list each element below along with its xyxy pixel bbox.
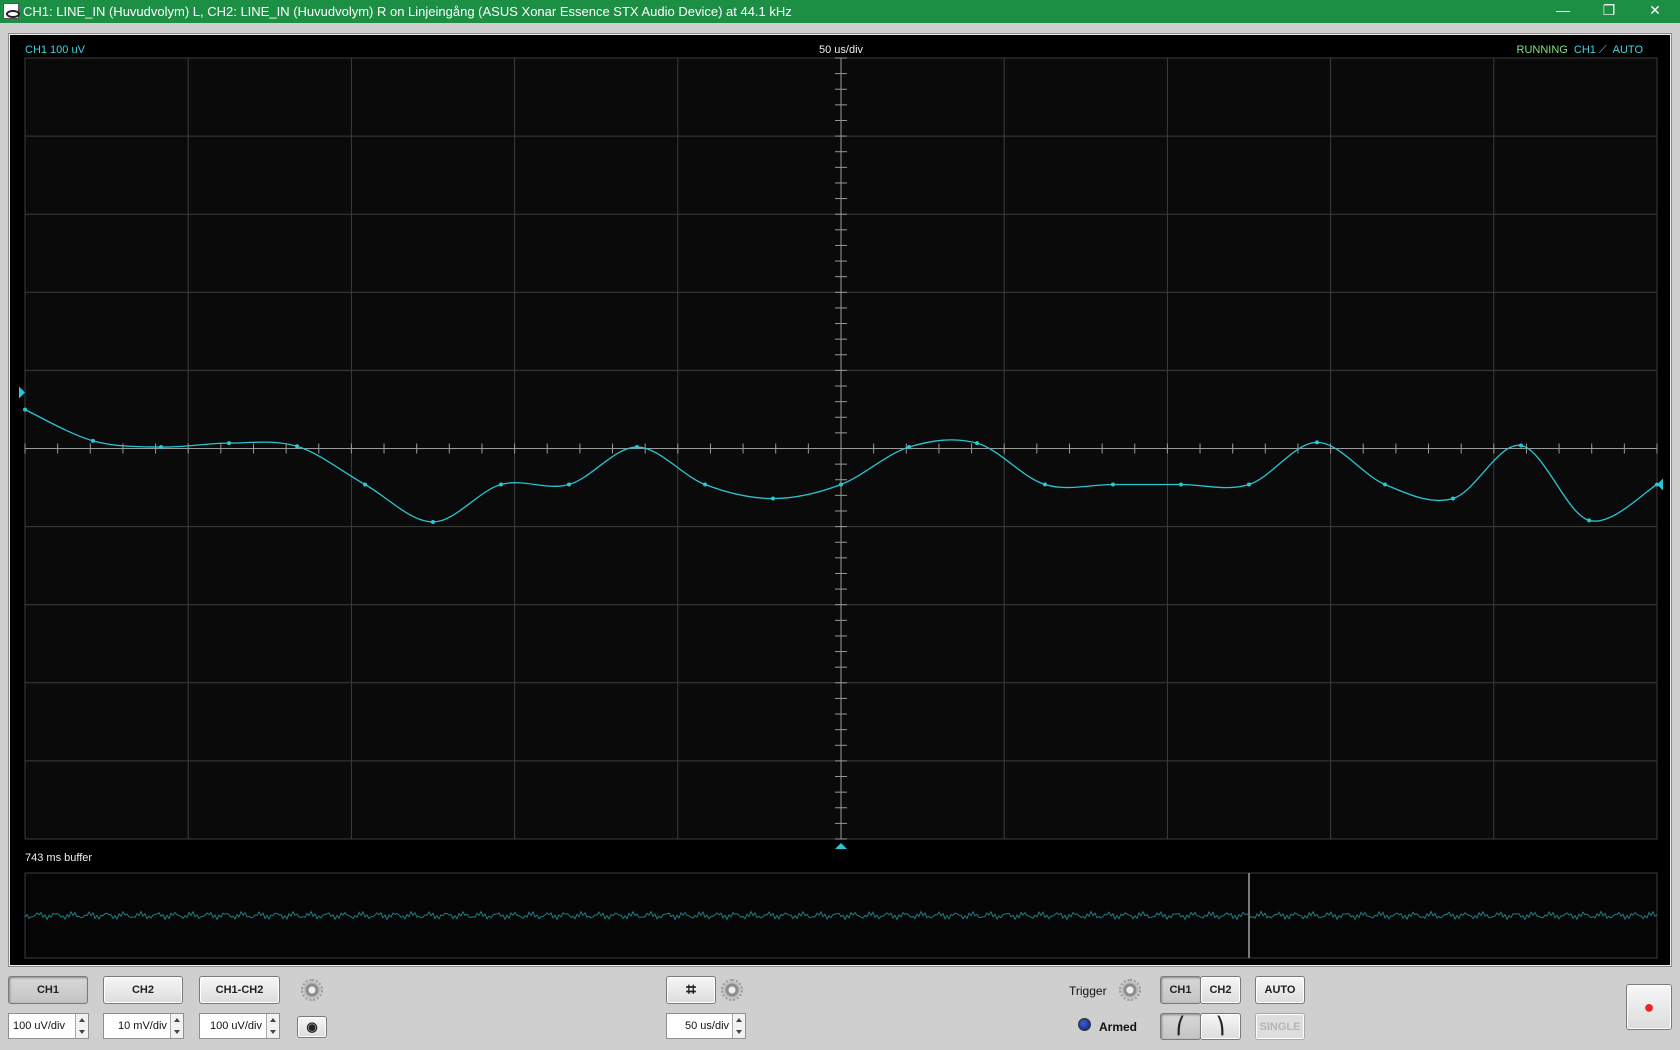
timebase-spinner[interactable]: 50 us/div	[666, 1013, 746, 1039]
trace-sample-point	[1111, 482, 1115, 487]
trigger-falling-edge-icon[interactable]: ⎞	[1200, 1013, 1241, 1040]
app-icon	[3, 3, 20, 19]
spin-down-icon[interactable]	[79, 1030, 85, 1034]
trace-sample-point	[1519, 443, 1523, 448]
spin-down-icon[interactable]	[736, 1030, 742, 1034]
window-title: CH1: LINE_IN (Huvudvolym) L, CH2: LINE_I…	[23, 4, 792, 19]
cursor-grid-button[interactable]: ⌗	[666, 976, 716, 1004]
trace-sample-point	[227, 441, 231, 446]
trace-sample-point	[567, 482, 571, 487]
spin-up-icon[interactable]	[270, 1018, 276, 1022]
minimize-button[interactable]: —	[1540, 0, 1586, 23]
trace-sample-point	[975, 441, 979, 446]
trace-sample-point	[159, 445, 163, 450]
trace-sample-point	[363, 482, 367, 487]
armed-label: Armed	[1099, 1020, 1138, 1034]
ch1-scale-readout: CH1 100 uV	[25, 44, 85, 56]
diff-vdiv-value: 100 uV/div	[210, 1020, 262, 1032]
trigger-mode-status: AUTO	[1612, 44, 1643, 56]
ch1-button[interactable]: CH1	[8, 976, 88, 1004]
scope-display: CH1 100 uV 50 us/div RUNNING CH1 ⟋ AUTO 74…	[8, 33, 1672, 967]
ch1-vdiv-value: 100 uV/div	[13, 1020, 65, 1032]
trace-sample-point	[1043, 482, 1047, 487]
trace-sample-point	[295, 444, 299, 449]
close-button[interactable]: ✕	[1632, 0, 1678, 23]
trace-sample-point	[1451, 496, 1455, 501]
spin-arrows[interactable]	[170, 1014, 183, 1038]
ch1-ch2-button[interactable]: CH1-CH2	[199, 976, 280, 1004]
trigger-label: Trigger	[1069, 984, 1107, 998]
spin-arrows[interactable]	[732, 1014, 745, 1038]
spin-arrows[interactable]	[75, 1014, 88, 1038]
trace-sample-point	[1247, 482, 1251, 487]
trigger-settings-gear-icon[interactable]	[1119, 979, 1141, 1001]
trace-sample-point	[1655, 482, 1659, 487]
trace-sample-point	[1383, 482, 1387, 487]
buffer-overview	[24, 872, 1658, 959]
spin-up-icon[interactable]	[736, 1018, 742, 1022]
ch2-vdiv-spinner[interactable]: 10 mV/div	[103, 1013, 184, 1039]
trace-sample-point	[499, 482, 503, 487]
auto-button[interactable]: AUTO	[1255, 976, 1305, 1004]
ch1-offset-marker-icon	[19, 386, 25, 399]
trigger-ch1-button[interactable]: CH1	[1160, 976, 1201, 1004]
record-button[interactable]: ●	[1626, 984, 1672, 1030]
trace-sample-point	[1315, 440, 1319, 445]
trace-sample-point	[771, 496, 775, 501]
trace-sample-point	[907, 445, 911, 450]
screenshot-camera-icon[interactable]: ◉	[297, 1016, 327, 1038]
channel-settings-gear-icon[interactable]	[301, 979, 323, 1001]
spin-arrows[interactable]	[266, 1014, 279, 1038]
buffer-label: 743 ms buffer	[25, 852, 93, 864]
trace-sample-point	[635, 445, 639, 450]
trace-sample-point	[703, 482, 707, 487]
trace-sample-point	[23, 407, 27, 412]
maximize-button[interactable]: ❐	[1586, 0, 1632, 23]
title-bar: CH1: LINE_IN (Huvudvolym) L, CH2: LINE_I…	[0, 0, 1680, 23]
trigger-position-marker-icon	[835, 843, 847, 849]
trigger-channel-status: CH1 ⟋	[1573, 44, 1607, 56]
ch1-vdiv-spinner[interactable]: 100 uV/div	[8, 1013, 89, 1039]
trace-sample-point	[1587, 518, 1591, 523]
scope-canvas	[19, 57, 1663, 959]
ch2-button[interactable]: CH2	[103, 976, 183, 1004]
trigger-ch2-button[interactable]: CH2	[1200, 976, 1241, 1004]
timebase-settings-gear-icon[interactable]	[721, 979, 743, 1001]
spin-up-icon[interactable]	[174, 1018, 180, 1022]
timebase-value: 50 us/div	[685, 1020, 730, 1032]
spin-down-icon[interactable]	[174, 1030, 180, 1034]
run-status: RUNNING	[1516, 44, 1568, 56]
diff-vdiv-spinner[interactable]: 100 uV/div	[199, 1013, 280, 1039]
trace-sample-point	[431, 519, 435, 524]
status-readout: RUNNING CH1 ⟋ AUTO	[1517, 44, 1643, 57]
trace-sample-point	[91, 438, 95, 443]
armed-led-icon	[1078, 1018, 1091, 1031]
timebase-readout: 50 us/div	[819, 44, 864, 56]
trace-sample-point	[839, 482, 843, 487]
single-button[interactable]: SINGLE	[1255, 1013, 1305, 1040]
spin-down-icon[interactable]	[270, 1030, 276, 1034]
ch2-vdiv-value: 10 mV/div	[118, 1020, 167, 1032]
trace-sample-point	[1179, 482, 1183, 487]
trigger-rising-edge-icon[interactable]: ⎛	[1160, 1013, 1201, 1040]
spin-up-icon[interactable]	[79, 1018, 85, 1022]
